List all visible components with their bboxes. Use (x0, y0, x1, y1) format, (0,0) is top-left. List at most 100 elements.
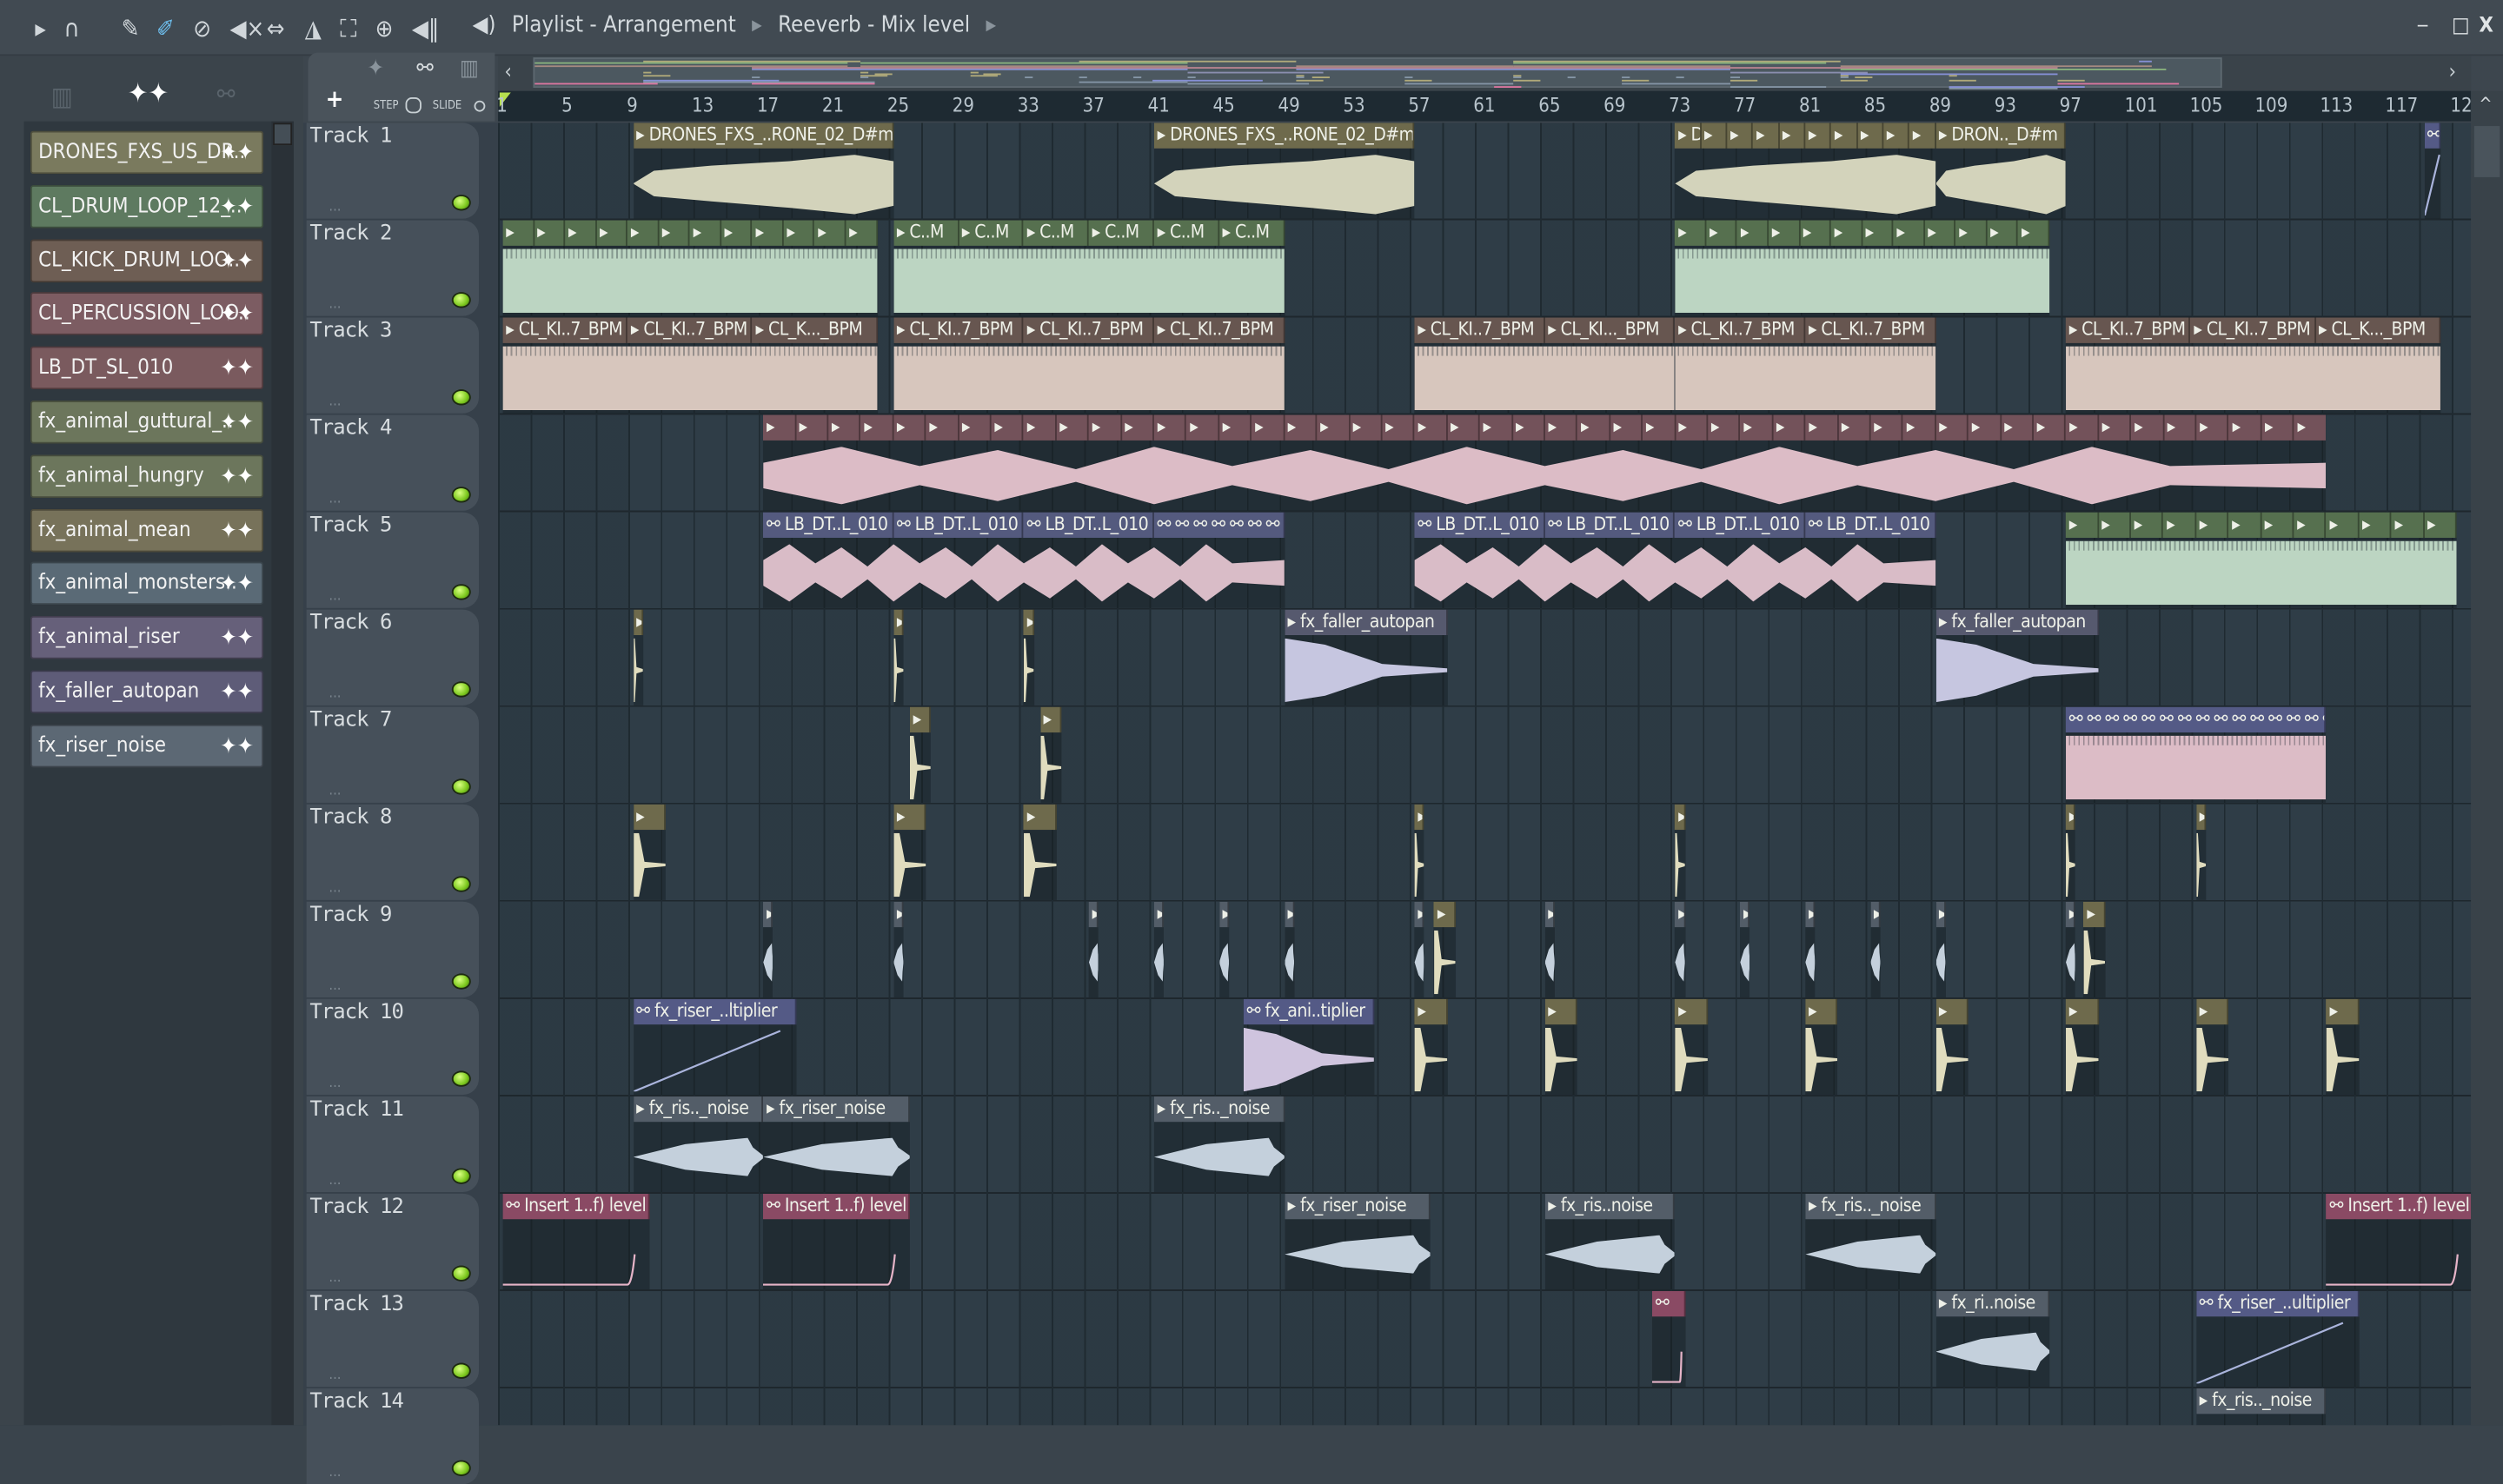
sample-item[interactable]: CL_PERCUSSION_LOO.. ✦✦ (30, 292, 264, 336)
track-options[interactable]: ... (329, 589, 341, 605)
clip-header[interactable]: ▸ C..M ▸ C..M ▸ C..M ▸ C..M ▸ C..M ▸ C..M (893, 220, 1285, 246)
playlist-clip[interactable]: ▸ (1870, 901, 1881, 997)
track-enable-led[interactable] (451, 876, 471, 892)
playlist-clip[interactable]: ⚯ LB_DT..L_010 ⚯ LB_DT..L_010 ⚯ LB_DT..L_0… (763, 512, 1285, 608)
track-options[interactable]: ... (329, 784, 341, 799)
playlist-clip[interactable]: ▸ (1024, 804, 1057, 900)
step-toggle[interactable] (405, 97, 422, 114)
playlist-clip[interactable]: ▸ (1414, 998, 1448, 1095)
add-track-button[interactable]: + (326, 84, 344, 113)
magnet-icon[interactable]: ∩ (63, 15, 79, 43)
playlist-clip[interactable]: ▸ (1414, 901, 1424, 997)
playlist-clip[interactable]: ▸ fx_ris.._noise (1805, 1193, 1936, 1290)
clip-header[interactable]: ▸ (893, 609, 904, 636)
sample-item[interactable]: fx_animal_monsters.. ✦✦ (30, 562, 264, 606)
clip-header[interactable]: ▸ (1805, 998, 1838, 1025)
sample-item[interactable]: fx_animal_guttural_.. ✦✦ (30, 401, 264, 444)
playlist-clip[interactable]: ▸ (1675, 901, 1685, 997)
track-header[interactable]: Track 14... (306, 1388, 480, 1484)
clip-header[interactable]: ▸ (893, 804, 926, 831)
track-options[interactable]: ... (329, 1076, 341, 1091)
vertical-scrollbar[interactable]: ^ (2471, 90, 2503, 1426)
clip-header[interactable]: ▸ (1088, 901, 1099, 928)
track-enable-led[interactable] (451, 389, 471, 406)
automation-curve[interactable] (2327, 1255, 2459, 1285)
clip-header[interactable]: ⚯ Insert 1..f) level (502, 1193, 650, 1220)
playlist-clip[interactable]: ▸ ▸ ▸ ▸ ▸ ▸ ▸ ▸ ▸ ▸ ▸ ▸ ▸ ▸ ▸ ▸ ▸ ▸ ▸ ▸ ▸ ▸ ▸ ▸ ▸ ▸ ▸ ▸ ▸ ▸ ▸ ▸ ▸ ▸ ▸ ▸ ▸ ▸ ▸ ▸… (763, 414, 2327, 511)
track-header[interactable]: Track 13... (306, 1290, 480, 1388)
clip-header[interactable]: ⚯ Insert 1..f) level (763, 1193, 910, 1220)
clip-header[interactable]: ⚯ (2424, 123, 2440, 149)
playlist-clip[interactable]: ▸ (1935, 998, 1969, 1095)
clip-header[interactable]: ▸ ▸ ▸ ▸ ▸ ▸ ▸ ▸ ▸ ▸ ▸ ▸ (502, 220, 878, 246)
clip-header[interactable]: ▸ (1870, 901, 1881, 928)
clip-header[interactable]: ⚯ Insert 1..f) level (2326, 1193, 2472, 1220)
clip-header[interactable]: ▸ (1284, 901, 1295, 928)
clip-header[interactable]: ▸ (633, 804, 666, 831)
playlist-clip[interactable]: ▸ (893, 901, 904, 997)
audio-wave-icon[interactable]: ✦✦ (128, 78, 169, 110)
clip-header[interactable]: ▸ (1935, 998, 1969, 1025)
clip-header[interactable]: ▸ (893, 901, 904, 928)
scroll-right-button[interactable]: › (2448, 61, 2456, 85)
zoom-icon[interactable]: ⊕ (375, 15, 394, 43)
playlist-clip[interactable]: ▸ fx_ris.._noise (2195, 1388, 2327, 1426)
clip-header[interactable]: ⚯ (1652, 1290, 1685, 1317)
clip-header[interactable]: ▸ fx_ri..noise (1935, 1290, 2050, 1317)
track-header[interactable]: Track 10... (306, 998, 480, 1095)
pencil-icon[interactable]: ✎ (122, 15, 140, 43)
playlist-clip[interactable]: ▸ fx_riser_noise (1284, 1193, 1431, 1290)
breadcrumb-arrow-icon[interactable]: ▸ (986, 13, 997, 38)
slice-icon[interactable]: ◮ (305, 15, 322, 43)
automation-curve[interactable] (763, 1255, 895, 1285)
audio-clip-icon[interactable]: ✦ (367, 56, 383, 81)
track-options[interactable]: ... (329, 1368, 341, 1383)
automation-clip-icon[interactable]: ⚯ (416, 56, 433, 81)
scroll-thumb[interactable] (2473, 126, 2500, 177)
track-enable-led[interactable] (451, 1460, 471, 1476)
scroll-left-button[interactable]: ‹ (504, 61, 512, 85)
playlist-clip[interactable]: ▸ (1805, 901, 1816, 997)
clip-header[interactable]: ▸ DRON.._D#m (1935, 123, 2067, 149)
track-header[interactable]: Track 2... (306, 220, 480, 316)
playlist-clip[interactable]: ⚯ Insert 1..f) level (763, 1193, 910, 1290)
clip-header[interactable]: ▸ CL_KI..7_BPM ▸ CL_KI..7_BPM (1675, 317, 1936, 343)
clip-header[interactable]: ▸ fx_faller_autopan (1935, 609, 2099, 636)
clip-header[interactable]: ▸ fx_riser_noise (1284, 1193, 1431, 1220)
playlist-clip[interactable]: ▸ (2195, 804, 2207, 900)
playlist-clip[interactable]: ▸ (893, 804, 926, 900)
clip-header[interactable]: ▸ (2195, 998, 2229, 1025)
clip-header[interactable]: ▸ (633, 609, 643, 636)
track-header[interactable]: Track 11... (306, 1096, 480, 1193)
clip-header[interactable]: ▸ fx_faller_autopan (1284, 609, 1448, 636)
clip-header[interactable]: ▸ (2195, 804, 2207, 831)
playlist-clip[interactable]: ⚯ (1652, 1290, 1685, 1388)
playlist-clip[interactable]: ▸ (1088, 901, 1099, 997)
clip-header[interactable]: ▸ CL_KI..7_BPM ▸ CL_KI..._BPM (1414, 317, 1676, 343)
track-options[interactable]: ... (329, 297, 341, 313)
clip-header[interactable]: ⚯ fx_riser_..ltiplier (633, 998, 796, 1025)
maximize-button[interactable]: □ (2452, 15, 2469, 39)
playlist-clip[interactable]: ▸ CL_KI..7_BPM ▸ CL_KI..7_BPM ▸ CL_K..._BP… (2066, 317, 2440, 414)
clip-header[interactable]: ▸ (1544, 998, 1578, 1025)
clip-header[interactable]: ⚯ ⚯ ⚯ ⚯ ⚯ ⚯ ⚯ ⚯ ⚯ ⚯ ⚯ ⚯ ⚯ ⚯ ⚯ ⚯ ⚯ ⚯ ⚯ ⚯ (2066, 706, 2327, 733)
track-options[interactable]: ... (329, 1173, 341, 1189)
delete-icon[interactable]: ⊘ (193, 15, 211, 43)
automation-curve[interactable] (633, 1031, 780, 1092)
clip-header[interactable]: ▸ (2066, 804, 2076, 831)
playlist-clip[interactable]: ▸ (1544, 998, 1578, 1095)
clip-header[interactable]: ▸ (1414, 804, 1424, 831)
playlist-clip[interactable]: ▸ fx_ris.._noise (633, 1096, 764, 1193)
playlist-clip[interactable]: ▸ (1805, 998, 1838, 1095)
clip-header[interactable]: ▸ (1740, 901, 1750, 928)
track-enable-led[interactable] (451, 1265, 471, 1282)
clip-header[interactable]: ▸ (1675, 901, 1685, 928)
playlist-clip[interactable]: ▸ (2083, 901, 2105, 997)
playlist-clip[interactable]: ▸ (1935, 901, 1946, 997)
playlist-clip[interactable]: ▸ fx_faller_autopan (1935, 609, 2099, 706)
clip-header[interactable]: ▸ (909, 706, 932, 733)
sample-item[interactable]: DRONES_FXS_US_DR.. ✦✦ (30, 130, 264, 175)
scroll-up-button[interactable]: ^ (2479, 94, 2492, 115)
playlist-clip[interactable]: ▸ CL_KI..7_BPM ▸ CL_KI..7_BPM (1675, 317, 1936, 414)
track-enable-led[interactable] (451, 1362, 471, 1379)
